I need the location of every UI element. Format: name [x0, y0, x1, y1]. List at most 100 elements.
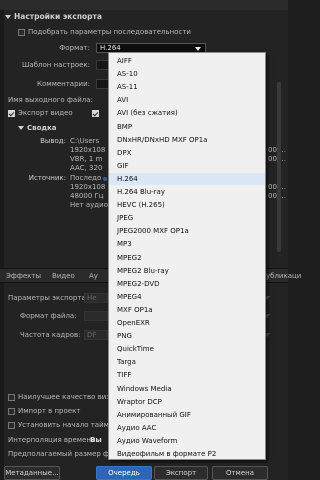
preset-label: Шаблон настроек: [21, 61, 90, 69]
format-label: Формат: [59, 44, 90, 52]
format-menu-item[interactable]: Wraptor DCP [109, 396, 265, 408]
frame-format-dropdown[interactable] [84, 311, 108, 321]
export-video-label: Экспорт видео [18, 109, 73, 117]
tab-audio[interactable]: Ау [89, 272, 98, 280]
scrollbar-thumb[interactable] [277, 82, 281, 252]
format-menu-item-label: Targa [117, 358, 136, 367]
format-menu-item[interactable]: MPEG2-DVD [109, 278, 265, 290]
format-menu-item-label: AIFF [117, 57, 132, 65]
format-menu-item[interactable]: MPEG2 Blu-ray [109, 265, 265, 277]
frame-rate-value: DF [87, 331, 97, 339]
format-menu-item[interactable]: AVI (без сжатия) [109, 107, 265, 119]
format-menu-item-label: Анимированный GIF [117, 410, 191, 419]
format-value: H.264 [100, 44, 121, 52]
format-menu-item-label: DPX [117, 148, 132, 157]
format-menu-item-label: DNxHR/DNxHD MXF OP1a [117, 135, 208, 144]
interpolation-value[interactable]: Вы [90, 436, 102, 444]
format-menu-item[interactable]: DNxHR/DNxHD MXF OP1a [109, 134, 265, 146]
title-bar [0, 0, 288, 10]
format-menu-item[interactable]: Анимированный GIF [109, 409, 265, 421]
format-menu-item[interactable]: Аудио AAC [109, 422, 265, 434]
format-menu-item-label: Аудио Waveform [117, 436, 178, 445]
format-menu-item[interactable]: TIFF [109, 369, 265, 381]
format-menu-item[interactable]: AVI [109, 94, 265, 106]
export-params-label: Параметры экспорта: [8, 294, 89, 302]
format-menu-item-label: Windows Media [117, 384, 172, 393]
format-menu-item[interactable]: Аудио Waveform [109, 435, 265, 447]
format-menu-item-label: AVI [117, 96, 129, 105]
format-menu-item[interactable]: QuickTime [109, 343, 265, 355]
frame-rate-dropdown[interactable]: DF [84, 330, 108, 340]
format-menu-item[interactable]: AIFF [109, 55, 265, 67]
source-sequence: Последо [70, 174, 102, 182]
format-menu-item[interactable]: Windows Media [109, 383, 265, 395]
frame-rate-label: Частота кадров: [20, 331, 81, 339]
timecode-label: Установить начало тайм-к [18, 421, 116, 429]
export-video-checkbox[interactable] [8, 110, 15, 117]
format-menu-item[interactable]: Targa [109, 356, 265, 368]
format-menu-item-label: MPEG2-DVD [117, 279, 160, 288]
format-menu-item[interactable]: OpenEXR [109, 317, 265, 329]
source-resolution: 1920x108 [70, 183, 106, 191]
import-project-label: Импорт в проект [18, 407, 81, 415]
match-sequence-label: Подобрать параметры последовательности [28, 28, 191, 36]
format-menu-item[interactable]: JPEG [109, 212, 265, 224]
export-audio-checkbox[interactable] [92, 110, 99, 117]
tab-effects[interactable]: Эффекты [6, 272, 41, 280]
metadata-button[interactable]: Метаданные... [4, 466, 60, 480]
cancel-button[interactable]: Отмена [212, 466, 268, 480]
format-menu-item[interactable]: MPEG4 [109, 291, 265, 303]
format-menu-item[interactable]: JPEG2000 MXF OP1a [109, 225, 265, 237]
format-menu-item-label: AS-11 [117, 83, 138, 92]
output-path: C:\Users [70, 137, 100, 145]
source-no-audio: Нет аудио [70, 201, 108, 209]
format-menu-item-label: MPEG2 Blu-ray [117, 266, 169, 275]
format-menu-item[interactable]: HEVC (H.265) [109, 199, 265, 211]
interpolation-label: Интерполяция времени: [8, 436, 98, 444]
max-quality-checkbox[interactable] [8, 394, 15, 401]
format-menu-item-label: Видеофильм в формате P2 [117, 450, 217, 458]
format-menu-item[interactable]: Видеофильм в формате P2 [109, 448, 265, 460]
queue-button[interactable]: Очередь [96, 466, 152, 480]
source-audio-rate: 48000 Гц [70, 192, 104, 200]
format-menu-item-label: TIFF [117, 371, 132, 380]
collapse-triangle-icon[interactable] [5, 15, 11, 19]
export-button[interactable]: Экспорт [154, 466, 208, 480]
export-params-value: Не [87, 294, 97, 302]
format-menu-item-label: MPEG2 [117, 253, 142, 262]
summary-collapse-icon[interactable] [18, 126, 24, 130]
format-menu-item[interactable]: H.264 Blu-ray [109, 186, 265, 198]
export-settings-header[interactable]: Настройки экспорта [5, 12, 288, 24]
format-menu-item[interactable]: MP3 [109, 238, 265, 250]
format-menu-item[interactable]: AS-11 [109, 81, 265, 93]
summary-title: Сводка [27, 124, 57, 132]
format-menu-item-label: QuickTime [117, 345, 154, 354]
comments-label: Комментарии: [37, 80, 90, 88]
format-menu-item[interactable]: BMP [109, 121, 265, 133]
format-menu-item[interactable]: H.264 [103, 172, 265, 185]
summary-header[interactable]: Сводка [18, 124, 57, 132]
section-title: Настройки экспорта [14, 12, 102, 21]
format-menu: AIFF AS-10 AS-11 AVI AVI (без сжатия) BMP DNxH… [103, 52, 266, 460]
import-project-checkbox[interactable] [8, 408, 15, 415]
format-menu-item[interactable]: DPX [109, 147, 265, 159]
timecode-checkbox[interactable] [8, 422, 15, 429]
tab-publish[interactable]: убликаци [266, 272, 301, 280]
format-menu-item[interactable]: MPEG2 [109, 252, 265, 264]
output-name-label: Имя выходного файла: [8, 96, 93, 104]
format-menu-item-label: Wraptor DCP [117, 397, 162, 406]
format-menu-item-label: MP3 [117, 240, 132, 249]
frame-format-label: Формат файла: [20, 312, 77, 320]
source-label: Источник: [28, 174, 66, 182]
format-menu-item-label: GIF [117, 161, 129, 170]
format-menu-item[interactable]: AS-10 [109, 68, 265, 80]
tab-video[interactable]: Видео [52, 272, 75, 280]
format-menu-item-label: JPEG [117, 214, 134, 223]
format-menu-item[interactable]: MXF OP1a [109, 304, 265, 316]
chevron-down-icon [195, 47, 201, 51]
format-menu-item[interactable]: GIF [109, 160, 265, 172]
format-menu-item[interactable]: PNG [109, 330, 265, 342]
output-audio: AAC, 320 [70, 164, 103, 172]
match-sequence-checkbox[interactable] [18, 29, 25, 36]
export-params-dropdown[interactable]: Не [84, 293, 108, 303]
